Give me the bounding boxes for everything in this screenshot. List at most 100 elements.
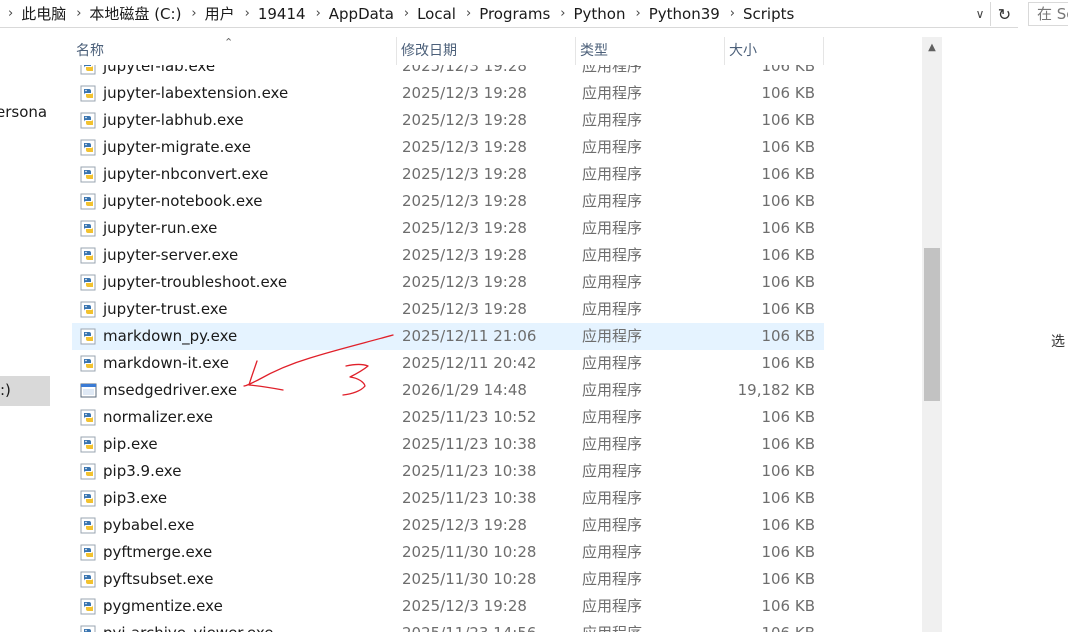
file-row[interactable]: jupyter-server.exe 2025/12/3 19:28 应用程序 106… (72, 242, 824, 269)
file-date: 2025/12/3 19:28 (402, 111, 527, 129)
file-date: 2025/11/23 10:38 (402, 489, 537, 507)
file-size: 106 KB (761, 165, 815, 183)
python-exe-icon (80, 463, 97, 480)
search-input[interactable]: 在 Sc (1028, 2, 1068, 26)
file-size: 106 KB (761, 65, 815, 75)
file-row[interactable]: pip3.9.exe 2025/11/23 10:38 应用程序 106 KB (72, 458, 824, 485)
file-type: 应用程序 (582, 327, 643, 345)
file-name: jupyter-troubleshoot.exe (103, 273, 288, 291)
file-name: jupyter-nbconvert.exe (103, 165, 269, 183)
file-size: 106 KB (761, 246, 815, 264)
file-row[interactable]: jupyter-trust.exe 2025/12/3 19:28 应用程序 106 … (72, 296, 824, 323)
file-name: pyftsubset.exe (103, 570, 214, 588)
breadcrumb: › 此电脑 › 本地磁盘 (C:) › 用户 › 19414 › AppData › Local › Pr… (0, 0, 796, 27)
column-type[interactable]: 类型 (576, 37, 725, 65)
file-size: 106 KB (761, 219, 815, 237)
column-name[interactable]: 名称 ⌃ (72, 36, 397, 65)
breadcrumb-separator-icon[interactable]: › (458, 6, 477, 21)
file-name: jupyter-migrate.exe (103, 138, 251, 156)
file-row[interactable]: jupyter-run.exe 2025/12/3 19:28 应用程序 106 KB (72, 215, 824, 242)
file-date: 2025/11/23 10:38 (402, 462, 537, 480)
file-type: 应用程序 (582, 543, 643, 561)
breadcrumb-item[interactable]: Python (572, 5, 628, 23)
file-row[interactable]: pygmentize.exe 2025/12/3 19:28 应用程序 106 KB (72, 593, 824, 620)
breadcrumb-separator-icon[interactable]: › (308, 6, 327, 21)
breadcrumb-item[interactable]: Python39 (647, 5, 722, 23)
refresh-icon[interactable]: ↻ (990, 2, 1018, 26)
scroll-thumb[interactable] (924, 248, 940, 401)
file-row[interactable]: jupyter-troubleshoot.exe 2025/12/3 19:28 应… (72, 269, 824, 296)
file-type: 应用程序 (582, 381, 643, 399)
file-type: 应用程序 (582, 138, 643, 156)
python-exe-icon (80, 193, 97, 210)
file-row[interactable]: pyftmerge.exe 2025/11/30 10:28 应用程序 106 KB (72, 539, 824, 566)
breadcrumb-item[interactable]: 19414 (256, 5, 308, 23)
breadcrumb-separator-icon[interactable]: › (722, 6, 741, 21)
file-row[interactable]: pyftsubset.exe 2025/11/30 10:28 应用程序 106 KB (72, 566, 824, 593)
file-size: 106 KB (761, 192, 815, 210)
scroll-up-arrow-icon[interactable]: ▲ (922, 37, 942, 57)
breadcrumb-separator-icon[interactable]: › (68, 6, 87, 21)
details-pane-text: 选 (1051, 334, 1065, 350)
breadcrumb-separator-icon[interactable]: › (0, 6, 19, 21)
python-exe-icon (80, 355, 97, 372)
file-row[interactable]: normalizer.exe 2025/11/23 10:52 应用程序 106 KB (72, 404, 824, 431)
file-size: 106 KB (761, 273, 815, 291)
python-exe-icon (80, 65, 97, 75)
file-row[interactable]: pip3.exe 2025/11/23 10:38 应用程序 106 KB (72, 485, 824, 512)
file-name: jupyter-labextension.exe (103, 84, 289, 102)
chevron-down-icon[interactable]: ∨ (970, 3, 990, 25)
file-type: 应用程序 (582, 246, 643, 264)
file-size: 106 KB (761, 543, 815, 561)
python-exe-icon (80, 517, 97, 534)
file-size: 106 KB (761, 300, 815, 318)
breadcrumb-separator-icon[interactable]: › (552, 6, 571, 21)
file-row[interactable]: pyi-archive_viewer.exe 2025/11/23 14:56 应用… (72, 620, 824, 632)
file-row[interactable]: jupyter-nbconvert.exe 2025/12/3 19:28 应用程序… (72, 161, 824, 188)
breadcrumb-item[interactable]: Scripts (741, 5, 796, 23)
breadcrumb-item[interactable]: 用户 (203, 3, 237, 24)
python-exe-icon (80, 436, 97, 453)
python-exe-icon (80, 544, 97, 561)
file-row[interactable]: jupyter-labextension.exe 2025/12/3 19:28 应… (72, 80, 824, 107)
file-date: 2025/11/30 10:28 (402, 570, 537, 588)
file-row[interactable]: jupyter-lab.exe 2025/12/3 19:28 应用程序 106 KB (72, 65, 824, 80)
breadcrumb-item[interactable]: AppData (327, 5, 396, 23)
vertical-scrollbar[interactable]: ▲ (922, 37, 942, 632)
file-row[interactable]: jupyter-migrate.exe 2025/12/3 19:28 应用程序 10… (72, 134, 824, 161)
file-size: 106 KB (761, 327, 815, 345)
file-size: 106 KB (761, 597, 815, 615)
breadcrumb-separator-icon[interactable]: › (628, 6, 647, 21)
breadcrumb-separator-icon[interactable]: › (183, 6, 202, 21)
breadcrumb-item[interactable]: 此电脑 (19, 3, 68, 24)
file-row[interactable]: markdown-it.exe 2025/12/11 20:42 应用程序 106 K… (72, 350, 824, 377)
python-exe-icon (80, 139, 97, 156)
file-type: 应用程序 (582, 620, 642, 632)
file-row[interactable]: jupyter-labhub.exe 2025/12/3 19:28 应用程序 106… (72, 107, 824, 134)
file-row[interactable]: pip.exe 2025/11/23 10:38 应用程序 106 KB (72, 431, 824, 458)
breadcrumb-item[interactable]: Local (415, 5, 458, 23)
file-row[interactable]: markdown_py.exe 2025/12/11 21:06 应用程序 106 K… (72, 323, 824, 350)
file-size: 106 KB (761, 111, 815, 129)
file-date: 2025/12/3 19:28 (402, 84, 527, 102)
column-date[interactable]: 修改日期 (397, 37, 576, 65)
breadcrumb-item[interactable]: 本地磁盘 (C:) (87, 3, 183, 24)
column-size[interactable]: 大小 (725, 37, 824, 65)
nav-item[interactable]: ersona (0, 103, 47, 121)
breadcrumb-item[interactable]: Programs (477, 5, 552, 23)
nav-item-selected[interactable]: :) (0, 376, 50, 406)
file-row[interactable]: msedgedriver.exe 2026/1/29 14:48 应用程序 19,18… (72, 377, 824, 404)
address-bar[interactable]: › 此电脑 › 本地磁盘 (C:) › 用户 › 19414 › AppData › Local › Pr… (0, 0, 1018, 28)
file-name: jupyter-labhub.exe (103, 111, 244, 129)
file-date: 2025/11/23 10:38 (402, 435, 537, 453)
file-date: 2025/12/3 19:28 (402, 597, 527, 615)
file-row[interactable]: pybabel.exe 2025/12/3 19:28 应用程序 106 KB (72, 512, 824, 539)
python-exe-icon (80, 490, 97, 507)
python-exe-icon (80, 328, 97, 345)
file-type: 应用程序 (582, 219, 643, 237)
file-name: markdown-it.exe (103, 354, 229, 372)
breadcrumb-separator-icon[interactable]: › (237, 6, 256, 21)
breadcrumb-separator-icon[interactable]: › (396, 6, 415, 21)
file-name: pip.exe (103, 435, 158, 453)
file-row[interactable]: jupyter-notebook.exe 2025/12/3 19:28 应用程序 1… (72, 188, 824, 215)
